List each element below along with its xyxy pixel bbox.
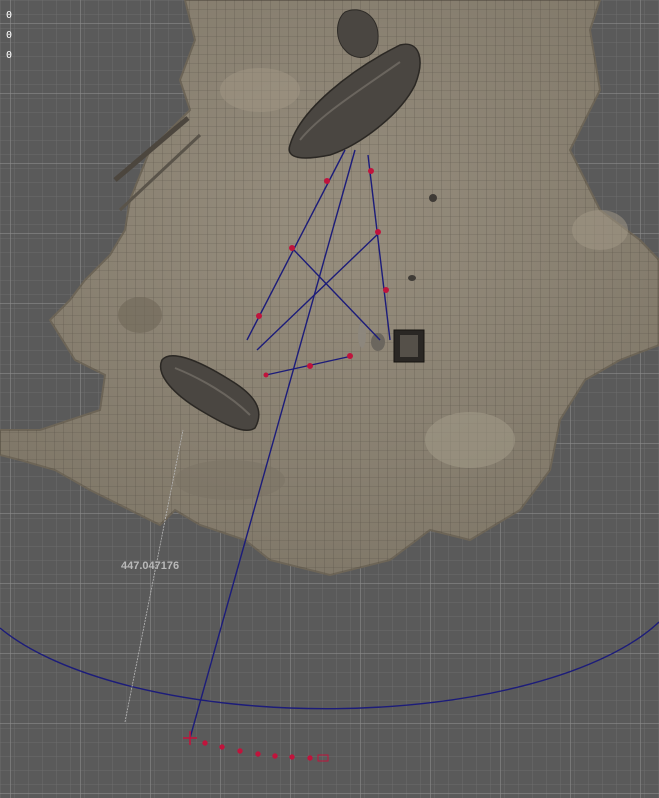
terrain-ridge <box>220 68 300 112</box>
coord-z: 0 <box>6 50 13 61</box>
stone-pebble <box>429 194 437 202</box>
terrain-ridge <box>425 412 515 468</box>
arc-marker[interactable] <box>272 753 278 759</box>
3d-viewport[interactable]: 0 0 0 447.047176 <box>0 0 659 798</box>
marker-point[interactable] <box>289 245 295 251</box>
stone-pebble <box>408 275 416 281</box>
marker-point[interactable] <box>263 372 269 378</box>
stone-pebble[interactable] <box>358 322 366 348</box>
coord-y: 0 <box>6 30 13 41</box>
marker-point[interactable] <box>324 178 330 184</box>
stone-block-face <box>400 335 418 357</box>
terrain-depression <box>118 297 162 333</box>
marker-point[interactable] <box>307 363 313 369</box>
arc-marker[interactable] <box>202 740 208 746</box>
arc-marker[interactable] <box>289 754 295 760</box>
arc-marker[interactable] <box>219 744 225 750</box>
viewport-scene[interactable] <box>0 0 659 798</box>
arc-marker[interactable] <box>255 751 261 757</box>
terrain-ridge <box>572 210 628 250</box>
measurement-label: 447.047176 <box>121 560 180 572</box>
marker-point[interactable] <box>368 168 374 174</box>
marker-point[interactable] <box>347 353 353 359</box>
marker-point[interactable] <box>383 287 389 293</box>
stone-pebble[interactable] <box>371 333 385 351</box>
arc-marker[interactable] <box>307 755 313 761</box>
marker-point[interactable] <box>375 229 381 235</box>
arc-marker[interactable] <box>237 748 243 754</box>
terrain-shadow <box>175 460 285 500</box>
coord-x: 0 <box>6 10 13 21</box>
marker-point[interactable] <box>256 313 262 319</box>
